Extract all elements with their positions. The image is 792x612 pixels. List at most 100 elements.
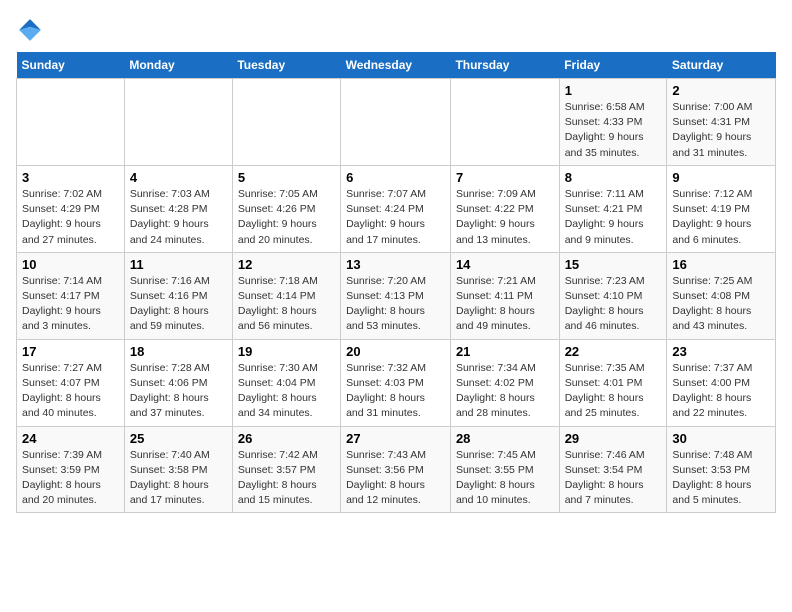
day-info: Sunrise: 7:20 AM Sunset: 4:13 PM Dayligh…: [346, 274, 445, 335]
day-number: 2: [672, 83, 770, 98]
calendar-header-thursday: Thursday: [450, 52, 559, 79]
day-number: 4: [130, 170, 227, 185]
calendar-cell: 25 Sunrise: 7:40 AM Sunset: 3:58 PM Dayli…: [124, 426, 232, 513]
day-number: 20: [346, 344, 445, 359]
calendar-cell: 22 Sunrise: 7:35 AM Sunset: 4:01 PM Dayli…: [559, 339, 667, 426]
calendar-cell: 7 Sunrise: 7:09 AM Sunset: 4:22 PM Daylig…: [450, 165, 559, 252]
day-number: 10: [22, 257, 119, 272]
day-info: Sunrise: 7:02 AM Sunset: 4:29 PM Dayligh…: [22, 187, 119, 248]
day-number: 19: [238, 344, 335, 359]
day-info: Sunrise: 6:58 AM Sunset: 4:33 PM Dayligh…: [565, 100, 662, 161]
day-info: Sunrise: 7:37 AM Sunset: 4:00 PM Dayligh…: [672, 361, 770, 422]
calendar-week-1: 3 Sunrise: 7:02 AM Sunset: 4:29 PM Daylig…: [17, 165, 776, 252]
day-info: Sunrise: 7:39 AM Sunset: 3:59 PM Dayligh…: [22, 448, 119, 509]
day-number: 5: [238, 170, 335, 185]
day-number: 13: [346, 257, 445, 272]
calendar-cell: 11 Sunrise: 7:16 AM Sunset: 4:16 PM Dayli…: [124, 252, 232, 339]
logo: [16, 16, 48, 44]
day-number: 3: [22, 170, 119, 185]
calendar-week-4: 24 Sunrise: 7:39 AM Sunset: 3:59 PM Dayli…: [17, 426, 776, 513]
day-number: 27: [346, 431, 445, 446]
calendar-cell: 2 Sunrise: 7:00 AM Sunset: 4:31 PM Daylig…: [667, 79, 776, 166]
calendar-header-row: SundayMondayTuesdayWednesdayThursdayFrid…: [17, 52, 776, 79]
calendar-cell: 15 Sunrise: 7:23 AM Sunset: 4:10 PM Dayli…: [559, 252, 667, 339]
day-info: Sunrise: 7:40 AM Sunset: 3:58 PM Dayligh…: [130, 448, 227, 509]
day-info: Sunrise: 7:28 AM Sunset: 4:06 PM Dayligh…: [130, 361, 227, 422]
day-info: Sunrise: 7:34 AM Sunset: 4:02 PM Dayligh…: [456, 361, 554, 422]
day-number: 9: [672, 170, 770, 185]
day-info: Sunrise: 7:21 AM Sunset: 4:11 PM Dayligh…: [456, 274, 554, 335]
calendar-cell: 24 Sunrise: 7:39 AM Sunset: 3:59 PM Dayli…: [17, 426, 125, 513]
calendar-header-monday: Monday: [124, 52, 232, 79]
calendar-cell: 23Sunrise: 7:37 AM Sunset: 4:00 PM Dayli…: [667, 339, 776, 426]
header: [16, 16, 776, 44]
day-number: 16: [672, 257, 770, 272]
day-info: Sunrise: 7:23 AM Sunset: 4:10 PM Dayligh…: [565, 274, 662, 335]
calendar-cell: 19 Sunrise: 7:30 AM Sunset: 4:04 PM Dayli…: [232, 339, 340, 426]
calendar-cell: 16Sunrise: 7:25 AM Sunset: 4:08 PM Dayli…: [667, 252, 776, 339]
day-info: Sunrise: 7:07 AM Sunset: 4:24 PM Dayligh…: [346, 187, 445, 248]
day-number: 11: [130, 257, 227, 272]
day-number: 22: [565, 344, 662, 359]
calendar-header-wednesday: Wednesday: [341, 52, 451, 79]
day-number: 30: [672, 431, 770, 446]
calendar-cell: 14 Sunrise: 7:21 AM Sunset: 4:11 PM Dayli…: [450, 252, 559, 339]
calendar-header-friday: Friday: [559, 52, 667, 79]
calendar-cell: 9 Sunrise: 7:12 AM Sunset: 4:19 PM Daylig…: [667, 165, 776, 252]
day-number: 17: [22, 344, 119, 359]
day-number: 28: [456, 431, 554, 446]
day-number: 24: [22, 431, 119, 446]
calendar-cell: 29 Sunrise: 7:46 AM Sunset: 3:54 PM Dayli…: [559, 426, 667, 513]
day-info: Sunrise: 7:11 AM Sunset: 4:21 PM Dayligh…: [565, 187, 662, 248]
calendar-cell: 27Sunrise: 7:43 AM Sunset: 3:56 PM Dayli…: [341, 426, 451, 513]
day-number: 7: [456, 170, 554, 185]
day-number: 12: [238, 257, 335, 272]
day-info: Sunrise: 7:00 AM Sunset: 4:31 PM Dayligh…: [672, 100, 770, 161]
day-info: Sunrise: 7:46 AM Sunset: 3:54 PM Dayligh…: [565, 448, 662, 509]
calendar-cell: [232, 79, 340, 166]
day-info: Sunrise: 7:03 AM Sunset: 4:28 PM Dayligh…: [130, 187, 227, 248]
calendar-header-sunday: Sunday: [17, 52, 125, 79]
day-number: 21: [456, 344, 554, 359]
day-info: Sunrise: 7:05 AM Sunset: 4:26 PM Dayligh…: [238, 187, 335, 248]
calendar-week-0: 1Sunrise: 6:58 AM Sunset: 4:33 PM Daylig…: [17, 79, 776, 166]
day-info: Sunrise: 7:12 AM Sunset: 4:19 PM Dayligh…: [672, 187, 770, 248]
day-number: 18: [130, 344, 227, 359]
day-number: 26: [238, 431, 335, 446]
calendar-week-3: 17Sunrise: 7:27 AM Sunset: 4:07 PM Dayli…: [17, 339, 776, 426]
calendar-cell: 21 Sunrise: 7:34 AM Sunset: 4:02 PM Dayli…: [450, 339, 559, 426]
day-number: 8: [565, 170, 662, 185]
calendar-cell: 20Sunrise: 7:32 AM Sunset: 4:03 PM Dayli…: [341, 339, 451, 426]
calendar-cell: 28Sunrise: 7:45 AM Sunset: 3:55 PM Dayli…: [450, 426, 559, 513]
calendar-cell: 4 Sunrise: 7:03 AM Sunset: 4:28 PM Daylig…: [124, 165, 232, 252]
calendar-cell: 17Sunrise: 7:27 AM Sunset: 4:07 PM Dayli…: [17, 339, 125, 426]
calendar-cell: 3 Sunrise: 7:02 AM Sunset: 4:29 PM Daylig…: [17, 165, 125, 252]
calendar-cell: [341, 79, 451, 166]
day-info: Sunrise: 7:14 AM Sunset: 4:17 PM Dayligh…: [22, 274, 119, 335]
calendar-cell: 6Sunrise: 7:07 AM Sunset: 4:24 PM Daylig…: [341, 165, 451, 252]
day-number: 14: [456, 257, 554, 272]
day-info: Sunrise: 7:35 AM Sunset: 4:01 PM Dayligh…: [565, 361, 662, 422]
calendar-cell: [450, 79, 559, 166]
logo-icon: [16, 16, 44, 44]
calendar-cell: [124, 79, 232, 166]
calendar-cell: 26 Sunrise: 7:42 AM Sunset: 3:57 PM Dayli…: [232, 426, 340, 513]
day-info: Sunrise: 7:09 AM Sunset: 4:22 PM Dayligh…: [456, 187, 554, 248]
day-info: Sunrise: 7:48 AM Sunset: 3:53 PM Dayligh…: [672, 448, 770, 509]
calendar-cell: 10 Sunrise: 7:14 AM Sunset: 4:17 PM Dayli…: [17, 252, 125, 339]
calendar-cell: 8 Sunrise: 7:11 AM Sunset: 4:21 PM Daylig…: [559, 165, 667, 252]
day-info: Sunrise: 7:16 AM Sunset: 4:16 PM Dayligh…: [130, 274, 227, 335]
calendar-cell: 5 Sunrise: 7:05 AM Sunset: 4:26 PM Daylig…: [232, 165, 340, 252]
calendar-cell: 13 Sunrise: 7:20 AM Sunset: 4:13 PM Dayli…: [341, 252, 451, 339]
day-number: 15: [565, 257, 662, 272]
day-info: Sunrise: 7:30 AM Sunset: 4:04 PM Dayligh…: [238, 361, 335, 422]
calendar-cell: 12Sunrise: 7:18 AM Sunset: 4:14 PM Dayli…: [232, 252, 340, 339]
calendar-cell: 30 Sunrise: 7:48 AM Sunset: 3:53 PM Dayli…: [667, 426, 776, 513]
day-number: 25: [130, 431, 227, 446]
calendar-header-saturday: Saturday: [667, 52, 776, 79]
calendar-cell: [17, 79, 125, 166]
day-info: Sunrise: 7:42 AM Sunset: 3:57 PM Dayligh…: [238, 448, 335, 509]
calendar-header-tuesday: Tuesday: [232, 52, 340, 79]
calendar-week-2: 10 Sunrise: 7:14 AM Sunset: 4:17 PM Dayli…: [17, 252, 776, 339]
day-number: 29: [565, 431, 662, 446]
